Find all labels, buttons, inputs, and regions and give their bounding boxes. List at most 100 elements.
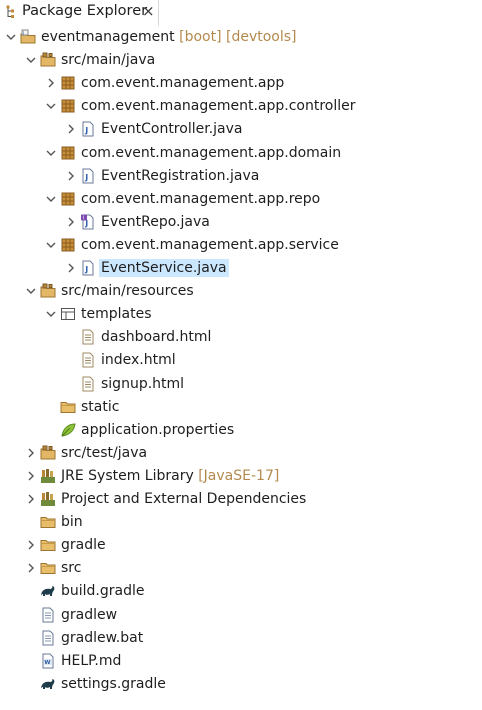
tree-item-label: src/main/java (61, 52, 156, 69)
folder-icon (60, 399, 76, 415)
chevron-down-icon[interactable] (46, 146, 56, 160)
chevron-down-icon[interactable] (6, 30, 16, 44)
tree-item[interactable]: gradlew (0, 604, 482, 627)
tree-item[interactable]: signup.html (0, 373, 482, 396)
tree-item-label: com.event.management.app.controller (81, 98, 356, 115)
close-icon[interactable]: × (142, 4, 155, 19)
tree-item-label: Project and External Dependencies (61, 491, 307, 507)
tree-item[interactable]: JRE System Library [JavaSE-17] (0, 465, 482, 488)
tree-item[interactable]: build.gradle (0, 580, 482, 603)
tree-item[interactable]: src/main/resources (0, 280, 482, 303)
package-explorer-icon (6, 5, 18, 19)
tree-item-label: EventService.java (99, 259, 229, 277)
html-file-icon (80, 352, 96, 368)
tree-item-label: bin (61, 514, 83, 531)
tree-item[interactable]: com.event.management.app.repo (0, 188, 482, 211)
gradle-icon (40, 583, 56, 599)
tree-item-label: EventRegistration.java (101, 167, 260, 184)
tree-item-label: JRE System Library [JavaSE-17] (61, 467, 280, 484)
svg-text:W: W (44, 660, 50, 666)
templates-folder-icon (60, 306, 76, 322)
tree-item[interactable]: settings.gradle (0, 673, 482, 696)
tree-item[interactable]: Jeventmanagement [boot] [devtools] (0, 26, 482, 49)
tree-item-label: gradlew (61, 606, 118, 623)
package-icon (60, 75, 76, 91)
tree-item[interactable]: com.event.management.app.service (0, 234, 482, 257)
package-icon (60, 191, 76, 207)
chevron-down-icon[interactable] (46, 307, 56, 321)
tree-item[interactable]: dashboard.html (0, 326, 482, 349)
chevron-down-icon[interactable] (46, 238, 56, 252)
tree-item[interactable]: W HELP.md (0, 650, 482, 673)
tree-item-label: com.event.management.app.service (81, 236, 339, 253)
tree-item[interactable]: J EventRegistration.java (0, 165, 482, 188)
tree-item-label: templates (81, 306, 152, 323)
tree-item-label: signup.html (101, 375, 185, 392)
tree-item[interactable]: bin (0, 511, 482, 534)
tree-item[interactable]: com.event.management.app (0, 72, 482, 95)
chevron-right-icon[interactable] (26, 561, 36, 575)
tab-package-explorer[interactable]: Package Explorer × (0, 0, 159, 27)
chevron-right-icon[interactable] (66, 215, 76, 229)
chevron-right-icon[interactable] (26, 538, 36, 552)
tree-item[interactable]: index.html (0, 349, 482, 372)
java-interface-file-icon: JI (80, 214, 96, 230)
chevron-right-icon[interactable] (46, 76, 56, 90)
tree-item[interactable]: gradle (0, 534, 482, 557)
tree-item[interactable]: Project and External Dependencies (0, 488, 482, 511)
tree-item[interactable]: application.properties (0, 419, 482, 442)
html-file-icon (80, 329, 96, 345)
svg-text:J: J (22, 30, 24, 36)
tree-item-label: src/main/resources (61, 283, 194, 300)
tree-item-label: index.html (101, 352, 176, 369)
tree-item-label: gradlew.bat (61, 629, 144, 646)
tree-item[interactable]: src/main/java (0, 49, 482, 72)
chevron-right-icon[interactable] (66, 261, 76, 275)
folder-icon (40, 560, 56, 576)
tree-item[interactable]: J EventService.java (0, 257, 482, 280)
html-file-icon (80, 376, 96, 392)
tree-item-decoration: [boot] [devtools] (174, 29, 297, 45)
package-icon (60, 98, 76, 114)
tree-item[interactable]: gradlew.bat (0, 627, 482, 650)
tree-item[interactable]: J EventController.java (0, 118, 482, 141)
svg-text:J: J (84, 265, 88, 274)
text-file-icon (40, 630, 56, 646)
tree-item-label: com.event.management.app (81, 75, 285, 92)
tree-item[interactable]: templates (0, 303, 482, 326)
text-file-icon (40, 607, 56, 623)
tree-item[interactable]: static (0, 396, 482, 419)
tree-item[interactable]: src (0, 557, 482, 580)
library-icon (40, 468, 56, 484)
tree-item[interactable]: src/test/java (0, 442, 482, 465)
svg-text:I: I (83, 215, 84, 221)
tree-item-label: application.properties (81, 421, 235, 438)
chevron-down-icon[interactable] (26, 284, 36, 298)
tree-item-label: EventRepo.java (101, 213, 210, 230)
svg-text:J: J (84, 173, 88, 182)
tree-item-label: gradle (61, 537, 106, 554)
folder-icon (40, 514, 56, 530)
tree-item[interactable]: J I EventRepo.java (0, 211, 482, 234)
tree-item-label: eventmanagement [boot] [devtools] (41, 29, 297, 45)
source-folder-icon (40, 52, 56, 68)
java-file-icon: J (80, 121, 96, 137)
chevron-right-icon[interactable] (66, 122, 76, 136)
chevron-right-icon[interactable] (26, 492, 36, 506)
chevron-right-icon[interactable] (26, 446, 36, 460)
tree-item[interactable]: com.event.management.app.domain (0, 142, 482, 165)
library-icon (40, 491, 56, 507)
tree-item-label: HELP.md (61, 652, 122, 669)
view-tab-bar: Package Explorer × (0, 0, 482, 27)
tree-item[interactable]: com.event.management.app.controller (0, 95, 482, 118)
tree-item-label: src (61, 560, 82, 577)
chevron-right-icon[interactable] (66, 169, 76, 183)
chevron-down-icon[interactable] (26, 53, 36, 67)
chevron-right-icon[interactable] (26, 469, 36, 483)
properties-file-icon (60, 422, 76, 438)
source-folder-icon (40, 283, 56, 299)
tree-item-label: settings.gradle (61, 675, 166, 692)
chevron-down-icon[interactable] (46, 99, 56, 113)
chevron-down-icon[interactable] (46, 192, 56, 206)
source-folder-icon (40, 445, 56, 461)
